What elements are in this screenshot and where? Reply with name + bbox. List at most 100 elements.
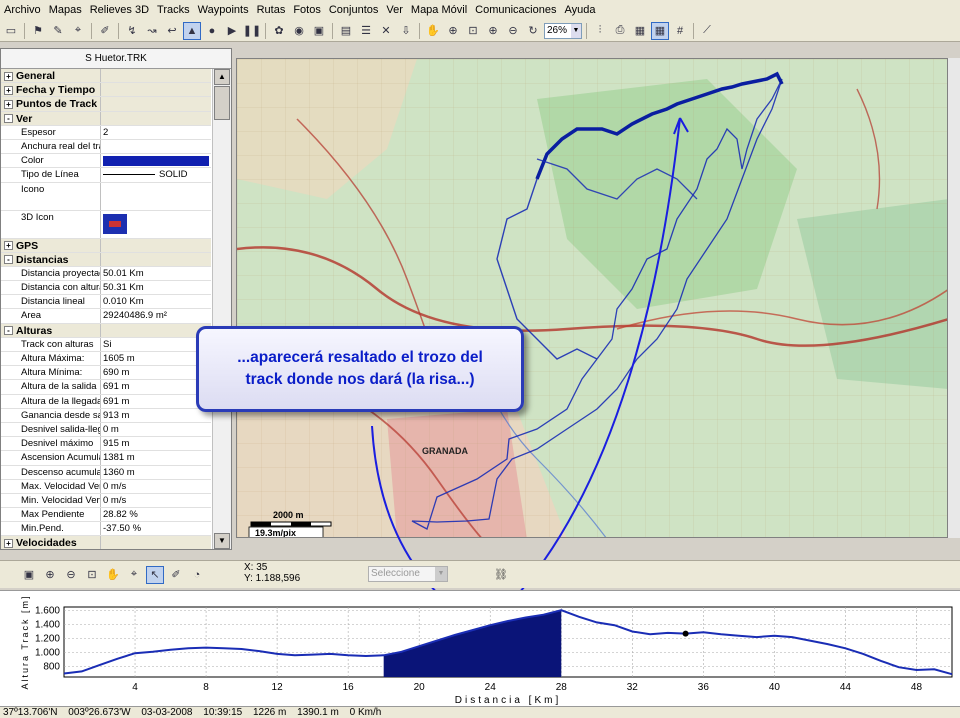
expand-icon[interactable]: + <box>4 71 13 81</box>
property-value[interactable]: 29240486.9 m² <box>101 309 211 322</box>
property-value[interactable]: 0 m <box>101 423 211 436</box>
collapse-icon[interactable]: - <box>4 326 13 336</box>
property-row[interactable]: Descenso acumulado1360 m <box>1 465 211 480</box>
print-icon[interactable]: ⎙ <box>611 22 629 40</box>
database-icon[interactable]: ☰ <box>357 22 375 40</box>
property-value[interactable]: 691 m <box>101 380 211 393</box>
record-icon[interactable]: ● <box>203 22 221 40</box>
hand-icon[interactable]: ✋ <box>104 566 122 584</box>
zoom-box-icon[interactable]: ⊡ <box>464 22 482 40</box>
property-value[interactable] <box>101 83 211 96</box>
zoom-box-icon[interactable]: ⊡ <box>83 566 101 584</box>
profile-icon[interactable]: ▲ <box>183 21 201 40</box>
window-icon[interactable]: ▦ <box>631 22 649 40</box>
expand-icon[interactable]: + <box>4 539 13 549</box>
zoom-out-icon[interactable]: ⊖ <box>504 22 522 40</box>
property-value[interactable] <box>101 69 211 82</box>
property-value[interactable]: 0 m/s <box>101 480 211 493</box>
route-icon[interactable]: ✎ <box>49 22 67 40</box>
export-icon[interactable]: ⇩ <box>397 22 415 40</box>
track-edit-icon[interactable]: ↝ <box>143 22 161 40</box>
property-row[interactable]: Min.Pend. -37.50 % <box>1 522 211 537</box>
scroll-thumb[interactable] <box>214 86 230 120</box>
property-value[interactable]: 915 m <box>101 437 211 450</box>
car-3d-icon[interactable] <box>103 213 127 234</box>
edit-icon[interactable]: ✐ <box>96 22 114 40</box>
property-value[interactable]: 1381 m <box>101 451 211 464</box>
property-value[interactable]: 50.01 Km <box>101 267 211 280</box>
property-category[interactable]: + General <box>1 69 211 84</box>
property-value[interactable]: 28.82 % <box>101 508 211 521</box>
zoom-window-icon[interactable]: ⊕ <box>444 22 462 40</box>
property-value[interactable]: 1360 m <box>101 466 211 479</box>
profile-select[interactable]: Seleccione ▼ <box>368 566 448 582</box>
property-category[interactable]: + GPS <box>1 238 211 253</box>
property-row[interactable]: Color <box>1 154 211 169</box>
property-value[interactable] <box>101 183 211 210</box>
refresh-icon[interactable]: ↻ <box>524 22 542 40</box>
save-icon[interactable]: ▤ <box>337 22 355 40</box>
property-row[interactable]: Anchura real del trazo <box>1 139 211 155</box>
property-row[interactable]: Desnivel máximo 915 m <box>1 437 211 452</box>
zoom-select[interactable]: 26% ▼ <box>544 22 582 39</box>
scroll-down-icon[interactable]: ▼ <box>214 533 230 549</box>
property-value[interactable] <box>101 536 211 549</box>
property-category[interactable]: + Puntos de Track <box>1 97 211 112</box>
property-row[interactable]: Min. Velocidad Vertical0 m/s <box>1 493 211 509</box>
property-row[interactable]: Max. Velocidad Vertical0 m/s <box>1 479 211 494</box>
property-row[interactable]: Track con alturas Si <box>1 337 211 352</box>
menu-item-10[interactable]: Comunicaciones <box>471 4 560 16</box>
property-row[interactable]: Distancia lineal 0.010 Km <box>1 295 211 310</box>
property-row[interactable]: Desnivel salida-llegada0 m <box>1 422 211 438</box>
menu-item-0[interactable]: Archivo <box>0 4 45 16</box>
property-row[interactable]: Distancia con alturas 50.31 Km <box>1 281 211 296</box>
property-value[interactable]: SOLID <box>101 168 211 181</box>
hand-icon[interactable]: ✋ <box>424 22 442 40</box>
link-icon[interactable]: ⛓ <box>494 568 508 581</box>
collapse-icon[interactable]: - <box>4 114 13 124</box>
property-row[interactable]: Espesor 2 <box>1 125 211 140</box>
menu-item-1[interactable]: Mapas <box>45 4 86 16</box>
gps-device-icon[interactable]: ▣ <box>20 566 38 584</box>
color-swatch[interactable] <box>103 156 209 167</box>
zoom-in-icon[interactable]: ⊕ <box>484 22 502 40</box>
property-value[interactable] <box>101 211 211 238</box>
menu-item-3[interactable]: Tracks <box>153 4 194 16</box>
menu-item-7[interactable]: Conjuntos <box>325 4 383 16</box>
gps-icon[interactable]: ⌖ <box>69 22 87 40</box>
property-value[interactable]: 0.010 Km <box>101 295 211 308</box>
property-row[interactable]: Icono <box>1 182 211 211</box>
property-value[interactable]: 913 m <box>101 409 211 422</box>
panel-scrollbar[interactable]: ▲ ▼ <box>212 69 231 549</box>
excel-icon[interactable]: ✕ <box>377 22 395 40</box>
property-row[interactable]: Altura de la salida 691 m <box>1 380 211 395</box>
speed-icon[interactable]: ◔ <box>188 566 206 584</box>
property-value[interactable]: 691 m <box>101 395 211 408</box>
property-value[interactable] <box>101 112 211 125</box>
elevation-profile[interactable]: 1.600 1.400 1.200 1.000 800 4 8 12 16 20 24 28 32 36 4… <box>0 590 960 708</box>
property-value[interactable]: Si <box>101 338 211 351</box>
menu-item-8[interactable]: Ver <box>382 4 407 16</box>
pause-icon[interactable]: ❚❚ <box>243 22 261 40</box>
menu-item-6[interactable]: Fotos <box>289 4 325 16</box>
photo-icon[interactable]: ✿ <box>270 22 288 40</box>
property-value[interactable] <box>101 140 211 153</box>
center-icon[interactable]: ⌖ <box>125 566 143 584</box>
property-row[interactable]: Altura Mínima: 690 m <box>1 366 211 381</box>
elevation-chart[interactable]: 1.6001.4001.2001.0008004 8 12 16 20 24 28 32 36 4… <box>0 591 960 707</box>
track-draw-icon[interactable]: ↩ <box>163 22 181 40</box>
property-row[interactable]: Altura de la llegada 691 m <box>1 394 211 409</box>
camera-icon[interactable]: ◉ <box>290 22 308 40</box>
property-category[interactable]: - Distancias <box>1 252 211 267</box>
menu-item-11[interactable]: Ayuda <box>560 4 599 16</box>
zoom-in-icon[interactable]: ⊕ <box>41 566 59 584</box>
property-value[interactable]: 50.31 Km <box>101 281 211 294</box>
track-icon[interactable]: ↯ <box>123 22 141 40</box>
utm-grid-icon[interactable]: # <box>671 22 689 40</box>
gps-device-icon[interactable]: ▣ <box>310 22 328 40</box>
menu-item-4[interactable]: Waypoints <box>194 4 253 16</box>
property-value[interactable]: 2 <box>101 126 211 139</box>
measure-icon[interactable]: ⟋ <box>698 22 716 40</box>
layers-icon[interactable]: ⫶ <box>591 22 609 40</box>
property-value[interactable] <box>101 253 211 266</box>
